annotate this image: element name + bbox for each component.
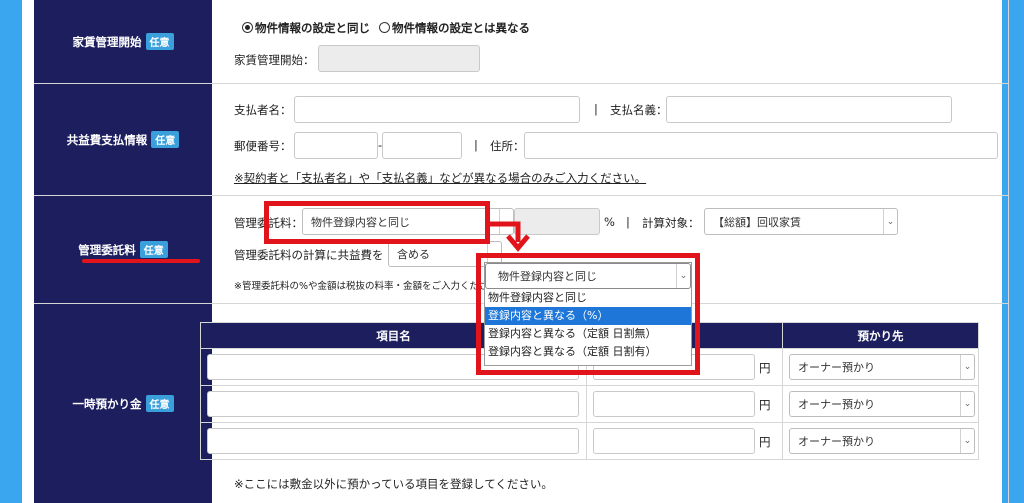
deposit-note: ※ここには敷金以外に預かっている項目を登録してください。 [234, 477, 553, 491]
row-label-text: 一時預かり金 [72, 396, 142, 411]
holder-cell: オーナー預かり ⌄ [782, 422, 979, 460]
calc-target-value: 【総額】回収家賃 [713, 215, 801, 229]
yen-unit: 円 [759, 435, 771, 449]
item-cell [200, 422, 587, 460]
amount-input[interactable] [593, 391, 755, 417]
optional-badge: 任意 [145, 33, 174, 50]
radio-unselected-icon [379, 22, 390, 33]
holder-cell: オーナー預かり ⌄ [782, 348, 979, 386]
fee-type-dropdown: 物件登録内容と同じ ⌄ 物件登録内容と同じ 登録内容と異なる（%） 登録内容と異… [484, 262, 692, 366]
table-row: 円 オーナー預かり ⌄ [200, 422, 979, 460]
target-label: 計算対象： [642, 216, 700, 230]
amount-input[interactable] [593, 428, 755, 454]
zip-input-1[interactable] [294, 132, 378, 159]
holder-select[interactable]: オーナー預かり ⌄ [789, 428, 975, 454]
table-row: 円 オーナー預かり ⌄ [200, 385, 979, 423]
chevron-down-icon: ⌄ [960, 392, 974, 416]
item-name-input[interactable] [207, 391, 579, 417]
dropdown-option[interactable]: 登録内容と異なる（定額 日割有） [485, 343, 691, 361]
zip-label: 郵便番号： [234, 139, 292, 153]
chevron-down-icon: ⌄ [676, 264, 690, 288]
address-input[interactable] [524, 132, 998, 159]
row-content: 支払者名： | 支払名義： 郵便番号： - | 住所： ※契約者と「支払者名」や… [212, 84, 1009, 195]
address-label: 住所： [490, 139, 525, 153]
chevron-down-icon: ⌄ [960, 429, 974, 453]
row-common-fee: 共益費支払情報 任意 支払者名： | 支払名義： 郵便番号： - | 住所： ※… [34, 84, 1009, 196]
rent-start-input[interactable] [318, 45, 480, 72]
row-rent-start: 家賃管理開始 任意 物件情報の設定と同じ 物件情報の設定とは異なる 家賃管理開始… [34, 0, 1009, 84]
calc-include-value: 含める [397, 248, 430, 261]
calc-target-select[interactable]: 【総額】回収家賃 ⌄ [704, 208, 898, 235]
radio-same[interactable]: 物件情報の設定と同じ [242, 20, 370, 36]
radio-same-label: 物件情報の設定と同じ [255, 21, 370, 35]
account-label: 支払名義： [610, 103, 668, 117]
rent-start-label: 家賃管理開始： [234, 53, 315, 67]
item-name-input[interactable] [207, 428, 579, 454]
row-label-text: 管理委託料 [78, 242, 136, 257]
row-label-text: 共益費支払情報 [66, 132, 148, 147]
management-fee-note: ※管理委託料の%や金額は税抜の料率・金額をご入力ください。 [234, 281, 508, 292]
amount-cell: 円 [586, 385, 783, 423]
common-fee-note: ※契約者と「支払者名」や「支払名義」などが異なる場合のみご入力ください。 [234, 171, 647, 185]
row-label: 家賃管理開始 任意 [34, 0, 212, 83]
dropdown-option[interactable]: 登録内容と異なる（定額 日割無） [485, 325, 691, 343]
item-cell [200, 385, 587, 423]
chevron-down-icon: ⌄ [960, 355, 974, 379]
percent-sign: % [604, 215, 615, 229]
dropdown-current[interactable]: 物件登録内容と同じ ⌄ [485, 263, 691, 289]
calc-include-label: 管理委託料の計算に共益費を [234, 248, 384, 262]
optional-badge: 任意 [151, 131, 180, 148]
holder-cell: オーナー預かり ⌄ [782, 385, 979, 423]
account-name-input[interactable] [666, 96, 952, 123]
red-arrow-icon [488, 221, 530, 252]
radio-different-label: 物件情報の設定とは異なる [392, 21, 530, 35]
payer-input[interactable] [294, 96, 580, 123]
label-red-underline [82, 259, 200, 263]
yen-unit: 円 [759, 398, 771, 412]
zip-input-2[interactable] [382, 132, 462, 159]
holder-select[interactable]: オーナー預かり ⌄ [789, 391, 975, 417]
radio-different[interactable]: 物件情報の設定とは異なる [379, 20, 530, 36]
holder-value: オーナー預かり [798, 361, 875, 374]
row-label-text: 家賃管理開始 [72, 34, 142, 49]
row-content: 物件情報の設定と同じ 物件情報の設定とは異なる 家賃管理開始： [212, 0, 1009, 83]
chevron-down-icon: ⌄ [883, 209, 897, 234]
separator: | [474, 138, 478, 152]
dropdown-current-value: 物件登録内容と同じ [498, 270, 597, 283]
col-holder: 預かり先 [782, 322, 979, 349]
yen-unit: 円 [759, 361, 771, 375]
row-label: 管理委託料 任意 [34, 196, 212, 303]
radio-selected-icon [242, 22, 253, 33]
holder-value: オーナー預かり [798, 398, 875, 411]
amount-cell: 円 [586, 422, 783, 460]
dropdown-option[interactable]: 物件登録内容と同じ [485, 289, 691, 307]
optional-badge: 任意 [139, 241, 168, 258]
payer-label: 支払者名： [234, 103, 292, 117]
highlight-fee-select [264, 201, 490, 244]
dropdown-option-selected[interactable]: 登録内容と異なる（%） [485, 307, 691, 325]
row-label: 共益費支払情報 任意 [34, 84, 212, 195]
holder-value: オーナー預かり [798, 435, 875, 448]
separator: | [626, 215, 630, 229]
separator: | [594, 102, 598, 116]
optional-badge: 任意 [145, 395, 174, 412]
holder-select[interactable]: オーナー預かり ⌄ [789, 354, 975, 380]
row-label: 一時預かり金 任意 [34, 304, 212, 503]
